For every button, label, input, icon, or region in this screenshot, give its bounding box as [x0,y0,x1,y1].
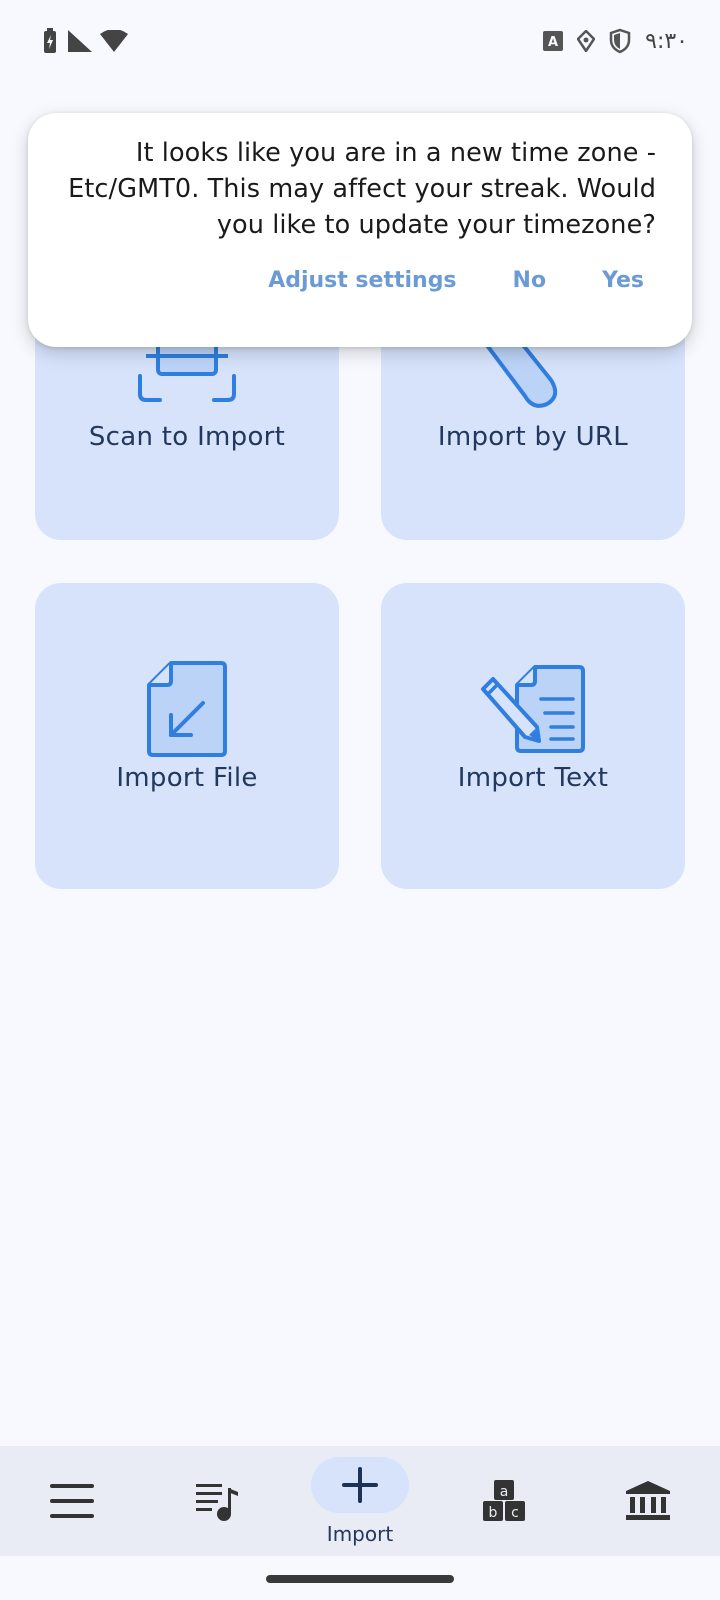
dialog-message: It looks like you are in a new time zone… [68,138,656,240]
nav-item-vocabulary[interactable]: a b c [462,1446,546,1556]
nav-item-menu[interactable] [30,1446,114,1556]
timezone-dialog: It looks like you are in a new time zone… [28,113,692,347]
nav-label-import: Import [326,1522,394,1546]
svg-text:c: c [511,1505,519,1521]
status-bar: A ۹:۳۰ [0,0,720,86]
bottom-navigation: Import a b c [0,1446,720,1556]
svg-text:A: A [548,35,558,50]
status-right-icons: A ۹:۳۰ [543,28,688,54]
nav-item-playlist[interactable] [176,1446,260,1556]
battery-charging-icon [44,28,60,54]
import-text-card[interactable]: Import Text [381,583,685,889]
no-button[interactable]: No [513,268,547,293]
cell-signal-icon [68,30,92,52]
import-file-card[interactable]: Import File [35,583,339,889]
wifi-icon [100,30,128,52]
alphabet-blocks-icon: a b c [482,1480,526,1526]
home-gesture-bar[interactable] [266,1575,454,1583]
library-icon [626,1481,670,1525]
yes-button[interactable]: Yes [602,268,644,293]
card-label: Import Text [457,763,609,793]
dialog-actions: Adjust settings No Yes [268,268,644,293]
svg-text:b: b [489,1505,498,1521]
svg-text:a: a [500,1484,509,1500]
playlist-music-icon [196,1484,240,1526]
status-left-icons [44,28,128,54]
nav-item-import[interactable]: Import [300,1446,420,1556]
file-import-icon [35,659,339,759]
plus-icon [340,1465,380,1509]
shield-icon [609,28,631,54]
text-document-pencil-icon [381,663,685,755]
card-label: Scan to Import [88,422,286,452]
nav-item-library[interactable] [606,1446,690,1556]
adjust-settings-button[interactable]: Adjust settings [268,268,456,293]
status-time: ۹:۳۰ [645,28,688,54]
card-label: Import by URL [437,422,629,452]
location-icon [577,30,596,52]
menu-icon [50,1484,94,1522]
card-label: Import File [116,763,258,793]
keyboard-a-icon: A [543,31,564,51]
